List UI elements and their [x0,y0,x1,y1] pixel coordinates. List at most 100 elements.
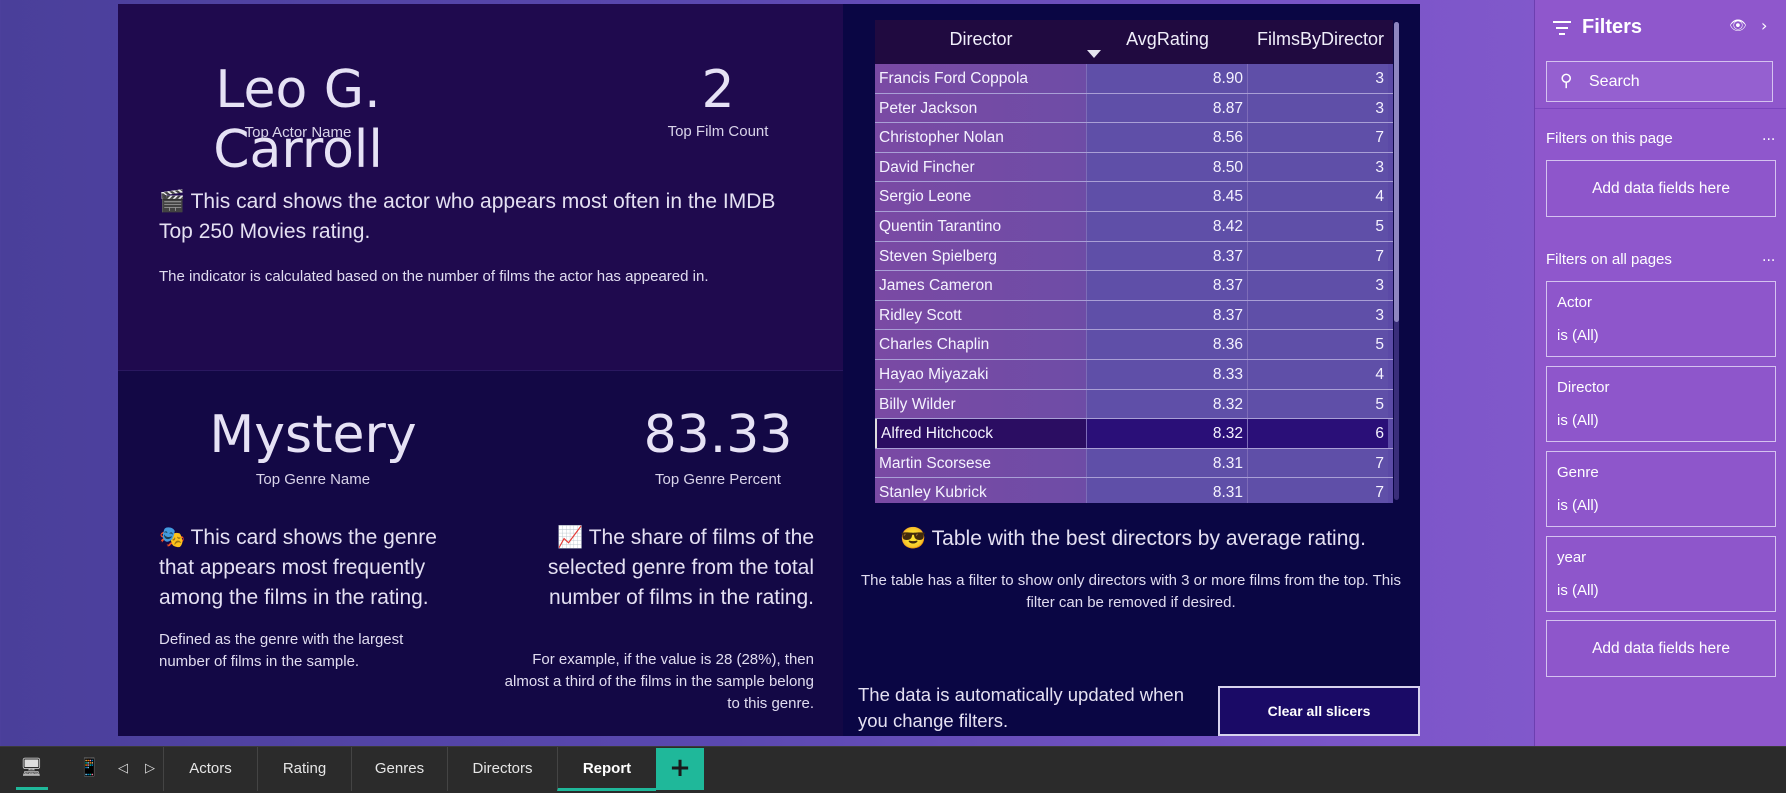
filter-value: is (All) [1557,497,1599,514]
cell-avgrating: 8.36 [1087,330,1248,359]
filter-name: year [1557,549,1587,566]
search-placeholder: Search [1589,73,1640,90]
cell-films: 7 [1248,478,1388,503]
mobile-view-icon[interactable]: 📱 [78,757,100,778]
table-row[interactable]: Charles Chaplin 8.36 5 [875,330,1393,360]
sort-descending-icon [1087,50,1101,58]
tab-rating[interactable]: Rating [257,747,351,791]
top-genre-percent-value: 83.33 [643,405,793,465]
cell-avgrating: 8.37 [1087,300,1248,330]
cell-films: 6 [1248,419,1388,448]
add-data-fields-all-pages[interactable]: Add data fields here [1546,620,1776,677]
filter-value: is (All) [1557,327,1599,344]
cell-director: Sergio Leone [875,182,1087,211]
add-page-button[interactable]: + [656,748,704,790]
table-row[interactable]: Francis Ford Coppola 8.90 3 [875,64,1393,94]
table-row[interactable]: Christopher Nolan 8.56 7 [875,123,1393,153]
header-director[interactable]: Director [875,20,1087,64]
table-row[interactable]: Quentin Tarantino 8.42 5 [875,212,1393,242]
filter-card-genre[interactable]: Genre is (All) [1546,451,1776,527]
cell-director: Quentin Tarantino [875,212,1087,241]
tab-genres[interactable]: Genres [351,747,447,791]
cell-films: 5 [1248,389,1388,419]
top-film-count-label: Top Film Count [667,123,769,140]
filter-name: Genre [1557,464,1599,481]
cell-director: Francis Ford Coppola [875,64,1087,93]
cell-films: 5 [1248,330,1388,359]
table-row[interactable]: Peter Jackson 8.87 3 [875,93,1393,124]
table-scrollbar-thumb[interactable] [1394,22,1399,322]
cell-films: 3 [1248,300,1388,330]
cell-avgrating: 8.32 [1087,419,1248,448]
clear-all-slicers-button[interactable]: Clear all slicers [1218,686,1420,736]
table-row[interactable]: David Fincher 8.50 3 [875,152,1393,183]
cell-director: Charles Chaplin [875,330,1087,359]
table-row[interactable]: James Cameron 8.37 3 [875,271,1393,301]
tab-actors[interactable]: Actors [163,747,257,791]
filter-name: Director [1557,379,1610,396]
filter-icon [1553,21,1571,35]
filter-card-actor[interactable]: Actor is (All) [1546,281,1776,357]
table-row[interactable]: Hayao Miyazaki 8.33 4 [875,360,1393,390]
active-view-indicator [16,787,48,790]
directors-table[interactable]: Director AvgRating FilmsByDirector Franc… [875,20,1393,503]
more-options-icon[interactable]: ... [1762,128,1775,144]
top-actor-value: Leo G. Carroll [213,60,383,180]
cell-director: Ridley Scott [875,300,1087,330]
cell-director: Hayao Miyazaki [875,360,1087,389]
cell-director: Stanley Kubrick [875,478,1087,503]
cell-director: Martin Scorsese [875,448,1087,478]
table-header: Director AvgRating FilmsByDirector [875,20,1393,64]
cell-films: 3 [1248,271,1388,300]
header-filmsbydirector[interactable]: FilmsByDirector [1248,20,1393,64]
cell-avgrating: 8.87 [1087,93,1248,123]
cell-films: 4 [1248,182,1388,211]
top-genre-value: Mystery [209,405,417,465]
genre-card-note: Defined as the genre with the largest nu… [159,631,404,670]
table-row[interactable]: Steven Spielberg 8.37 7 [875,241,1393,272]
desktop-view-icon[interactable]: 🖥 [20,757,43,778]
page-tab-bar: 🖥 📱 ◁ ▷ Actors Rating Genres Directors R… [0,746,1786,793]
tab-directors[interactable]: Directors [447,747,557,791]
table-row[interactable]: Billy Wilder 8.32 5 [875,389,1393,420]
more-options-icon[interactable]: ... [1762,249,1775,265]
genre-card-description: 🎭 This card shows the genre that appears… [159,526,437,609]
scroll-right-icon[interactable]: ▷ [145,761,155,776]
actor-card-description: 🎬 This card shows the actor who appears … [159,190,776,243]
header-avgrating[interactable]: AvgRating [1087,20,1248,64]
filters-all-pages-heading: Filters on all pages [1546,251,1672,268]
filters-this-page-heading: Filters on this page [1546,130,1673,147]
cell-avgrating: 8.31 [1087,448,1248,478]
chevron-right-icon[interactable]: › [1761,16,1767,35]
filter-value: is (All) [1557,412,1599,429]
auto-update-note: The data is automatically updated when y… [858,684,1185,731]
filters-search-input[interactable]: ⚲ Search [1546,61,1773,102]
actor-card-note: The indicator is calculated based on the… [159,268,709,285]
filter-card-year[interactable]: year is (All) [1546,536,1776,612]
filter-name: Actor [1557,294,1593,311]
filter-card-director[interactable]: Director is (All) [1546,366,1776,442]
top-genre-label: Top Genre Name [255,471,371,488]
table-row[interactable]: Ridley Scott 8.37 3 [875,300,1393,331]
cell-films: 3 [1248,93,1388,123]
cell-director: Alfred Hitchcock [875,419,1087,448]
top-genre-percent-label: Top Genre Percent [655,471,781,488]
bottom-left-panel: Mystery Top Genre Name 83.33 Top Genre P… [118,370,843,736]
table-row[interactable]: Alfred Hitchcock 8.32 6 [875,419,1393,449]
eye-icon[interactable]: 👁 [1729,18,1747,34]
table-row[interactable]: Martin Scorsese 8.31 7 [875,448,1393,479]
table-scrollbar[interactable] [1394,22,1399,500]
table-row[interactable]: Sergio Leone 8.45 4 [875,182,1393,212]
cell-avgrating: 8.32 [1087,389,1248,419]
table-row[interactable]: Stanley Kubrick 8.31 7 [875,478,1393,503]
tab-report[interactable]: Report [557,747,656,791]
cell-avgrating: 8.42 [1087,212,1248,241]
top-actor-label: Top Actor Name [244,124,352,141]
genre-percent-description: 📈 The share of films of the selected gen… [547,526,814,609]
cell-avgrating: 8.45 [1087,182,1248,211]
scroll-left-icon[interactable]: ◁ [118,761,128,776]
cell-avgrating: 8.50 [1087,152,1248,182]
top-left-panel: Leo G. Carroll Top Actor Name 2 Top Film… [118,4,843,370]
add-data-fields-this-page[interactable]: Add data fields here [1546,160,1776,217]
cell-director: James Cameron [875,271,1087,300]
